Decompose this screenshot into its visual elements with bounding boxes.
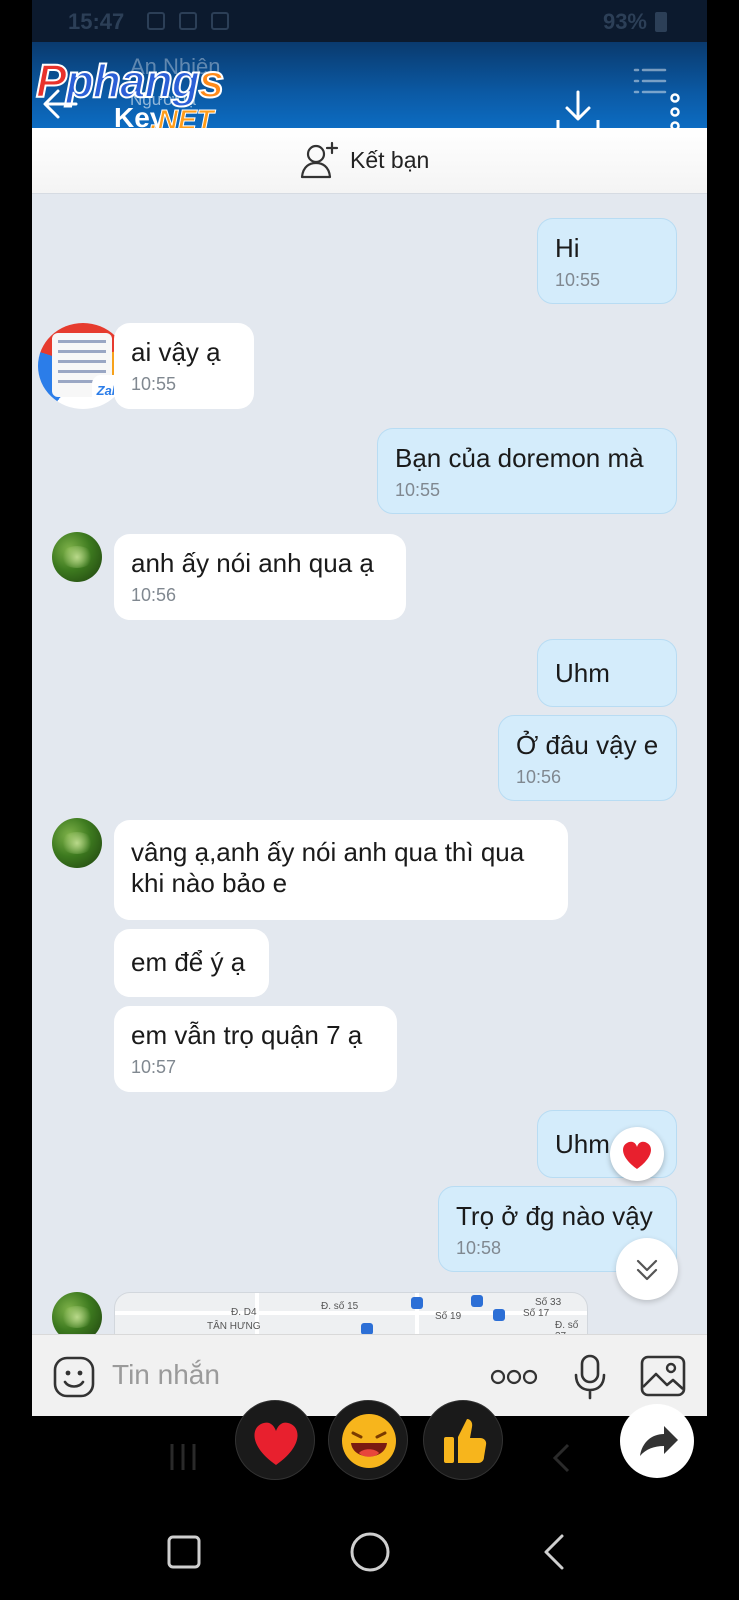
more-dots-icon[interactable] xyxy=(490,1367,538,1387)
contact-avatar[interactable] xyxy=(52,818,102,868)
forward-button[interactable] xyxy=(620,1404,694,1478)
reaction-thumbs-up-button[interactable] xyxy=(423,1400,503,1480)
message-bubble[interactable]: Bạn của doremon mà 10:55 xyxy=(377,428,677,514)
message-bubble[interactable]: em để ý ạ xyxy=(114,929,269,997)
contact-avatar[interactable] xyxy=(52,532,102,582)
message-bubble[interactable]: Ở đâu vậy e 10:56 xyxy=(498,715,677,801)
back-icon[interactable] xyxy=(540,1532,570,1572)
map-pin-icon xyxy=(493,1309,505,1321)
add-friend-label: Kết bạn xyxy=(350,146,430,173)
add-friend-button[interactable]: Kết bạn xyxy=(300,140,429,180)
share-arrow-icon xyxy=(640,1426,678,1456)
message-bubble[interactable]: em vẫn trọ quận 7 ạ 10:57 xyxy=(114,1006,397,1092)
notification-icons xyxy=(147,12,229,30)
home-icon[interactable] xyxy=(348,1530,392,1574)
recent-apps-icon[interactable] xyxy=(166,1534,202,1570)
battery-level: 93% xyxy=(602,9,647,34)
recent-apps-ghost-icon xyxy=(170,1444,196,1470)
chat-screen: 15:47 93% An Nhiên Người lạ Pphangs Key … xyxy=(32,0,707,1416)
message-bubble[interactable]: anh ấy nói anh qua ạ 10:56 xyxy=(114,534,406,620)
reaction-laugh-button[interactable] xyxy=(328,1400,408,1480)
thumbs-up-icon xyxy=(444,1419,487,1463)
message-bubble[interactable]: vâng ạ,anh ấy nói anh qua thì qua khi nà… xyxy=(114,820,568,920)
laugh-emoji-icon xyxy=(342,1414,396,1468)
map-pin-icon xyxy=(471,1295,483,1307)
map-label: Số 33 xyxy=(535,1297,562,1308)
map-pin-icon xyxy=(361,1323,373,1334)
back-ghost-icon xyxy=(552,1443,570,1473)
add-friend-icon xyxy=(300,141,339,179)
sticker-icon[interactable] xyxy=(52,1355,96,1399)
map-pin-icon xyxy=(411,1297,423,1309)
map-preview[interactable]: Đ. D4 TÂN HƯNG Đ. số 15 Số 19 Số 33 Số 1… xyxy=(114,1292,588,1334)
message-reaction[interactable] xyxy=(610,1127,664,1181)
map-label: Đ. D4 xyxy=(231,1307,257,1318)
map-label: Số 17 xyxy=(523,1308,550,1319)
double-chevron-down-icon xyxy=(636,1259,658,1281)
status-right: 93% xyxy=(603,9,667,35)
map-label: Số 19 xyxy=(435,1311,462,1322)
chat-header: An Nhiên Người lạ Pphangs Key .NET xyxy=(32,42,707,136)
map-label: Đ. số 37 xyxy=(555,1320,579,1334)
microphone-icon[interactable] xyxy=(572,1353,608,1401)
status-bar: 15:47 93% xyxy=(32,0,707,42)
battery-icon xyxy=(655,12,667,32)
scroll-to-bottom-button[interactable] xyxy=(616,1238,678,1300)
reaction-heart-button[interactable] xyxy=(235,1400,315,1480)
status-time: 15:47 xyxy=(68,9,125,34)
menu-list-icon[interactable] xyxy=(632,66,668,96)
image-icon[interactable] xyxy=(640,1355,686,1397)
map-label: Đ. số 15 xyxy=(321,1301,359,1312)
message-input[interactable]: Tin nhắn xyxy=(112,1359,220,1391)
message-bubble[interactable]: Uhm xyxy=(537,639,677,707)
more-options-icon[interactable] xyxy=(664,92,686,132)
message-bubble[interactable]: ai vậy ạ 10:55 xyxy=(114,323,254,409)
add-friend-bar: Kết bạn xyxy=(32,128,707,194)
heart-icon xyxy=(623,1141,651,1169)
back-arrow-icon[interactable] xyxy=(40,86,80,122)
message-bubble[interactable]: Hi 10:55 xyxy=(537,218,677,304)
map-label: TÂN HƯNG xyxy=(207,1321,261,1332)
heart-icon xyxy=(254,1422,298,1465)
